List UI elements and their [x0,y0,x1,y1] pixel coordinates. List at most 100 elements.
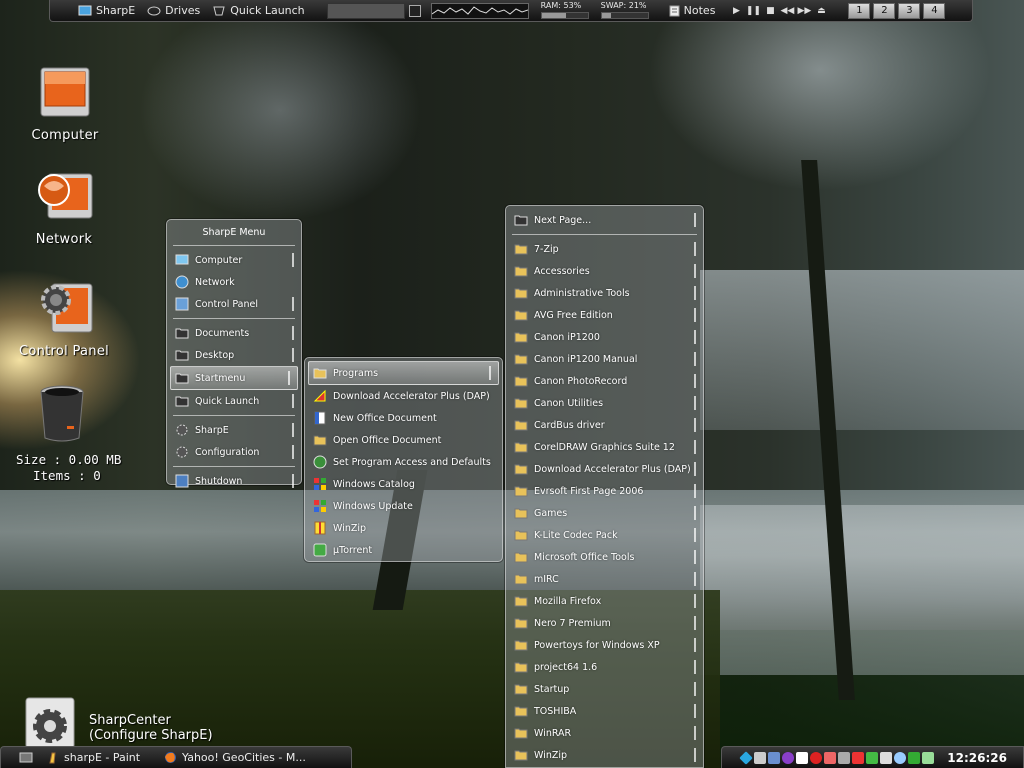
programs-item[interactable]: Canon iP1200 Manual [506,348,703,370]
programs-item[interactable]: WinRAR [506,722,703,744]
tray-drive-icon[interactable] [880,751,892,764]
startmenu-item-set-program-access[interactable]: Set Program Access and Defaults [305,451,502,473]
task-paint[interactable]: sharpE - Paint [41,749,158,767]
programs-item[interactable]: Games [506,502,703,524]
desktop-icon-network[interactable]: Network [28,166,100,247]
play-icon[interactable]: ▶ [731,6,741,16]
open-office-document-icon [313,435,327,446]
tray-update-icon[interactable] [908,751,920,764]
control-panel-label: Control Panel [18,344,110,359]
tray-icons [739,750,934,765]
gear-icon [176,424,188,436]
menu-item-label: New Office Document [333,412,437,424]
programs-item[interactable]: TOSHIBA [506,700,703,722]
tray-hardware-icon[interactable] [838,751,850,764]
previous-icon[interactable]: ◀◀ [781,6,795,16]
programs-item[interactable]: Canon PhotoRecord [506,370,703,392]
programs-item[interactable]: Startup [506,678,703,700]
tray-diamond-icon[interactable] [739,750,753,765]
programs-item[interactable]: WinZip [506,744,703,766]
notes-button[interactable]: Notes [663,0,722,21]
programs-item[interactable]: Powertoys for Windows XP [506,634,703,656]
menu-item-label: Mozilla Firefox [534,595,602,607]
desktop-icon-computer[interactable]: Computer [30,62,100,143]
folder-icon [514,310,528,321]
programs-item[interactable]: project64 1.6 [506,656,703,678]
sharpcenter-gear-icon [25,697,75,748]
startmenu-item-utorrent[interactable]: µTorrent [305,539,502,561]
programs-item[interactable]: mIRC [506,568,703,590]
startmenu-item-open-office-document[interactable]: Open Office Document [305,429,502,451]
folder-icon [514,354,528,365]
tray-shield-icon[interactable] [824,751,836,764]
tray-antivirus-icon[interactable] [810,751,822,764]
programs-item[interactable]: AVG Free Edition [506,304,703,326]
tray-volume-icon[interactable] [922,751,934,764]
programs-item[interactable]: Download Accelerator Plus (DAP) [506,458,703,480]
stop-icon[interactable]: ■ [765,6,775,16]
task-firefox[interactable]: Yahoo! GeoCities - M... [158,749,312,767]
windows-logo-icon [314,478,326,490]
top-bar: SharpE Drives Quick Launch RAM: 53% SWAP… [49,0,973,22]
startmenu-item-new-office-document[interactable]: New Office Document [305,407,502,429]
sharpe-menu-item-control-panel[interactable]: Control Panel [167,293,301,315]
startmenu-item-dap[interactable]: Download Accelerator Plus (DAP) [305,385,502,407]
sharpe-menu-item-shutdown[interactable]: Shutdown [167,470,301,492]
menu-item-label: Network [195,276,235,288]
programs-item[interactable]: Evrsoft First Page 2006 [506,480,703,502]
menu-item-label: Next Page... [534,214,592,226]
programs-item[interactable]: CorelDRAW Graphics Suite 12 [506,436,703,458]
programs-item[interactable]: Mozilla Firefox [506,590,703,612]
sharpe-menu-button[interactable]: SharpE [72,0,141,21]
desktop-2-button[interactable]: 2 [873,2,896,19]
sharpe-menu-item-startmenu[interactable]: Startmenu [170,366,298,390]
sharpcenter-shortcut[interactable]: SharpCenter (Configure SharpE) [24,696,213,748]
tray-avg-icon[interactable] [796,751,808,764]
command-input[interactable] [326,2,405,19]
sharpe-menu-item-configuration[interactable]: Configuration [167,441,301,463]
recycle-bin-size: Size : 0.00 MB [16,452,122,467]
programs-item[interactable]: Administrative Tools [506,282,703,304]
startmenu-item-windows-update[interactable]: Windows Update [305,495,502,517]
sharpe-menu-item-computer[interactable]: Computer [167,249,301,271]
tray-utorrent-icon[interactable] [866,751,878,764]
startmenu-item-windows-catalog[interactable]: Windows Catalog [305,473,502,495]
sharpe-menu-item-network[interactable]: Network [167,271,301,293]
sharpe-menu-item-documents[interactable]: Documents [167,322,301,344]
programs-item[interactable]: Microsoft Office Tools [506,546,703,568]
menu-separator [512,234,697,235]
programs-item[interactable]: Accessories [506,260,703,282]
programs-item[interactable]: K-Lite Codec Pack [506,524,703,546]
eject-icon[interactable]: ⏏ [816,6,826,16]
sharpe-menu-item-sharpe[interactable]: SharpE [167,419,301,441]
tray-dap-icon[interactable] [852,751,864,764]
programs-next-page[interactable]: Next Page... [506,209,703,231]
startmenu-item-programs[interactable]: Programs [308,361,499,385]
menu-item-label: WinZip [333,522,367,534]
programs-item[interactable]: CardBus driver [506,414,703,436]
show-desktop-button[interactable] [1,749,41,767]
folder-icon [514,420,528,431]
tray-messenger-icon[interactable] [782,751,794,764]
desktop-3-button[interactable]: 3 [898,2,921,19]
command-go-button[interactable] [408,4,421,17]
next-icon[interactable]: ▶▶ [798,6,812,16]
programs-item[interactable]: Canon iP1200 [506,326,703,348]
startmenu-item-winzip[interactable]: WinZip [305,517,502,539]
tray-search-icon[interactable] [894,751,906,764]
tray-network-icon[interactable] [768,751,780,764]
desktop-icon-recycle-bin[interactable] [36,382,88,448]
programs-item[interactable]: 7-Zip [506,238,703,260]
programs-item[interactable]: Canon Utilities [506,392,703,414]
quick-launch-button[interactable]: Quick Launch [206,0,310,21]
drives-button[interactable]: Drives [141,0,206,21]
tray-monitor-icon[interactable] [754,751,766,764]
sharpe-menu-item-quick-launch[interactable]: Quick Launch [167,390,301,412]
desktop-icon-control-panel[interactable]: Control Panel [18,278,110,359]
sharpe-menu-item-desktop[interactable]: Desktop [167,344,301,366]
desktop-1-button[interactable]: 1 [848,2,871,19]
desktop-4-button[interactable]: 4 [923,2,946,19]
programs-item[interactable]: Nero 7 Premium [506,612,703,634]
pause-icon[interactable]: ❚❚ [746,6,761,16]
folder-icon [514,244,528,255]
